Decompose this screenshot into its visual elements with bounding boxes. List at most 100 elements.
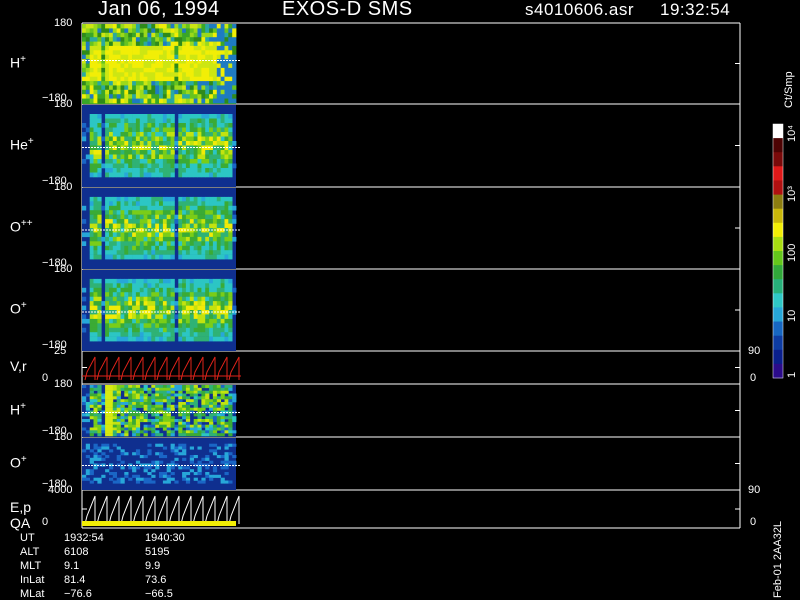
heatmap-cell xyxy=(197,250,202,255)
heatmap-cell xyxy=(93,446,98,450)
heatmap-cell xyxy=(166,37,171,42)
heatmap-cell xyxy=(209,172,214,178)
heatmap-cell xyxy=(132,67,137,73)
heatmap-cell xyxy=(166,32,171,38)
heatmap-cell xyxy=(201,287,206,293)
heatmap-cell xyxy=(93,37,98,42)
heatmap-cell xyxy=(128,292,133,297)
heatmap-cell xyxy=(128,118,133,124)
heatmap-cell xyxy=(182,466,187,470)
heatmap-cell xyxy=(212,287,218,293)
heatmap-cell xyxy=(178,332,183,337)
heatmap-cell xyxy=(109,76,114,82)
heatmap-cell xyxy=(193,32,198,38)
heatmap-cell xyxy=(185,76,191,82)
heatmap-cell xyxy=(151,127,156,133)
heatmap-cell xyxy=(93,457,98,461)
heatmap-cell xyxy=(193,421,198,425)
heatmap-cell xyxy=(166,67,171,73)
heatmap-cell xyxy=(105,219,110,224)
heatmap-cell xyxy=(128,477,133,481)
heatmap-cell xyxy=(197,254,202,260)
heatmap-cell xyxy=(105,236,110,242)
heatmap-cell xyxy=(185,67,191,73)
heatmap-cell xyxy=(216,54,221,60)
heatmap-cell xyxy=(124,336,129,342)
heatmap-cell xyxy=(97,254,102,260)
heatmap-cell xyxy=(105,332,110,337)
heatmap-cell xyxy=(109,305,114,311)
heatmap-cell xyxy=(97,214,102,220)
heatmap-cell xyxy=(143,305,148,311)
heatmap-cell xyxy=(89,54,94,60)
heatmap-cell xyxy=(112,114,117,119)
heatmap-cell xyxy=(120,241,125,246)
heatmap-cell xyxy=(116,154,121,160)
heatmap-cell xyxy=(197,72,202,77)
heatmap-cell xyxy=(220,232,225,238)
heatmap-cell xyxy=(97,72,102,77)
heatmap-cell xyxy=(151,399,156,403)
heatmap-cell xyxy=(155,393,160,397)
heatmap-cell xyxy=(159,67,164,73)
heatmap-cell xyxy=(109,81,114,86)
heatmap-cell xyxy=(128,59,133,64)
heatmap-cell xyxy=(228,421,233,425)
heatmap-cell xyxy=(162,67,168,73)
heatmap-cell xyxy=(93,159,98,164)
heatmap-cell xyxy=(212,318,218,324)
heatmap-cell xyxy=(182,223,187,229)
heatmap-cell xyxy=(159,336,164,342)
info-name: MLat xyxy=(20,588,45,600)
heatmap-cell xyxy=(220,32,225,38)
heatmap-cell xyxy=(93,172,98,178)
heatmap-cell xyxy=(228,452,233,456)
heatmap-cell xyxy=(174,54,179,60)
heatmap-cell xyxy=(89,67,94,73)
heatmap-cell xyxy=(201,59,206,64)
heatmap-cell xyxy=(139,399,144,403)
heatmap-cell xyxy=(155,296,160,302)
heatmap-cell xyxy=(155,159,160,164)
heatmap-cell xyxy=(182,232,187,238)
heatmap-cell xyxy=(228,332,233,337)
heatmap-cell xyxy=(224,278,229,284)
heatmap-cell xyxy=(193,407,198,411)
heatmap-cell xyxy=(193,132,198,137)
heatmap-cell xyxy=(147,37,152,42)
heatmap-cell xyxy=(101,163,106,169)
heatmap-cell xyxy=(143,28,148,34)
heatmap-cell xyxy=(105,301,110,306)
heatmap-cell xyxy=(105,433,110,437)
heatmap-cell xyxy=(143,480,148,484)
heatmap-cell xyxy=(189,141,194,146)
heatmap-cell xyxy=(132,402,137,406)
heatmap-cell xyxy=(109,67,114,73)
heatmap-cell xyxy=(132,219,137,224)
heatmap-cell xyxy=(189,305,194,311)
heatmap-cell xyxy=(116,76,121,82)
heatmap-cell xyxy=(89,154,94,160)
heatmap-cell xyxy=(170,332,175,337)
heatmap-cell xyxy=(147,159,152,164)
heatmap-cell xyxy=(159,407,164,411)
heatmap-cell xyxy=(162,81,168,86)
heatmap-cell xyxy=(193,427,198,431)
heatmap-cell xyxy=(89,89,94,95)
heatmap-cell xyxy=(193,387,198,391)
heatmap-cell xyxy=(82,81,87,86)
info-v2: 9.9 xyxy=(145,560,161,572)
heatmap-cell xyxy=(166,474,171,478)
heatmap-cell xyxy=(212,396,218,400)
heatmap-cell xyxy=(174,72,179,77)
heatmap-cell xyxy=(220,332,225,337)
heatmap-cell xyxy=(139,94,144,99)
heatmap-cell xyxy=(159,399,164,403)
heatmap-cell xyxy=(97,81,102,86)
heatmap-cell xyxy=(185,433,191,437)
heatmap-cell xyxy=(101,123,106,128)
heatmap-cell xyxy=(135,123,141,128)
panel-label: O+ xyxy=(10,300,27,317)
heatmap-cell xyxy=(124,196,129,202)
heatmap-cell xyxy=(132,278,137,284)
